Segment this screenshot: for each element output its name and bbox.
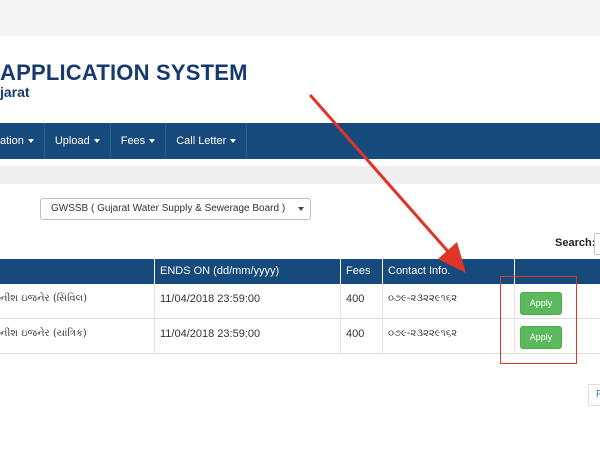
apply-button[interactable]: Apply <box>520 326 562 349</box>
nav-item-label: Call Letter <box>176 135 227 147</box>
column-header-post <box>0 259 155 284</box>
post-name-cell: નીશ ઇજનેર (સિવિલ) <box>0 285 155 319</box>
column-header-fees: Fees <box>341 259 383 284</box>
nav-item-fees[interactable]: Fees <box>111 123 167 159</box>
post-name-cell: નીશ ઇજનેર (યાંત્રિક) <box>0 320 155 354</box>
column-header-ends-on: ENDS ON (dd/mm/yyyy) <box>155 259 341 284</box>
main-navbar: ation Upload Fees Call Letter <box>0 123 600 159</box>
page-subtitle: jarat <box>0 84 30 100</box>
dropdown-caret-icon <box>27 139 34 144</box>
dropdown-caret-icon <box>149 139 156 144</box>
fees-cell: 400 <box>341 285 383 319</box>
nav-item-upload[interactable]: Upload <box>45 123 111 159</box>
contact-cell: ૦૭૯-૨૩૨૨૯૧૬૨ <box>383 285 515 319</box>
nav-item-label: Fees <box>120 135 146 147</box>
table-header: ENDS ON (dd/mm/yyyy) Fees Contact Info. <box>0 259 600 284</box>
column-header-action <box>515 259 600 284</box>
chevron-down-icon <box>298 207 304 211</box>
pagination-button[interactable]: F <box>588 384 600 406</box>
table-row: નીશ ઇજનેર (સિવિલ) 11/04/2018 23:59:00 40… <box>0 285 600 319</box>
apply-button[interactable]: Apply <box>520 292 562 315</box>
contact-cell: ૦૭૯-૨૩૨૨૯૧૬૨ <box>383 320 515 354</box>
dropdown-caret-icon <box>230 139 237 144</box>
top-strip <box>0 0 600 36</box>
ends-on-cell: 11/04/2018 23:59:00 <box>155 320 341 354</box>
breadcrumb-strip <box>0 166 600 184</box>
nav-item-call-letter[interactable]: Call Letter <box>166 123 248 159</box>
search-input[interactable] <box>594 233 600 255</box>
column-header-contact: Contact Info. <box>383 259 515 284</box>
board-select-value: GWSSB ( Gujarat Water Supply & Sewerage … <box>51 203 286 214</box>
table-row: નીશ ઇજનેર (યાંત્રિક) 11/04/2018 23:59:00… <box>0 320 600 354</box>
nav-item-label: ation <box>0 135 24 147</box>
nav-item-application[interactable]: ation <box>0 123 45 159</box>
page-title: APPLICATION SYSTEM <box>0 60 248 85</box>
fees-cell: 400 <box>341 320 383 354</box>
nav-item-label: Upload <box>54 135 90 147</box>
board-select[interactable]: GWSSB ( Gujarat Water Supply & Sewerage … <box>40 198 311 220</box>
ends-on-cell: 11/04/2018 23:59:00 <box>155 285 341 319</box>
search-label: Search: <box>555 237 596 249</box>
dropdown-caret-icon <box>93 139 100 144</box>
